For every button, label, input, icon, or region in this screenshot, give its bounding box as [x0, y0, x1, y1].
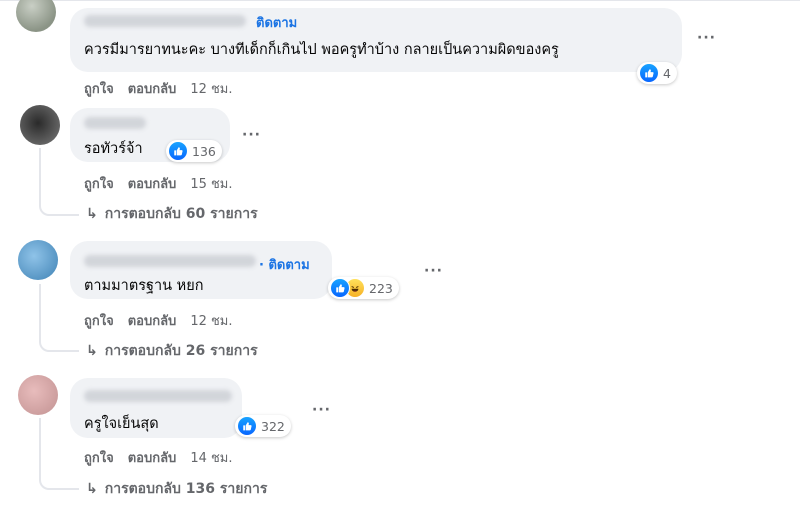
- like-reaction-icon: [237, 416, 257, 436]
- reply-arrow-icon: ↳: [86, 481, 98, 497]
- avatar[interactable]: [20, 105, 60, 145]
- like-button[interactable]: ถูกใจ: [84, 310, 114, 331]
- like-button[interactable]: ถูกใจ: [84, 78, 114, 99]
- replies-count-label: การตอบกลับ 60 รายการ: [104, 206, 258, 222]
- reaction-count: 4: [663, 65, 671, 81]
- more-options-icon[interactable]: ···: [697, 30, 716, 46]
- thread-connector: [39, 468, 79, 490]
- reply-button[interactable]: ตอบกลับ: [128, 310, 177, 331]
- timestamp[interactable]: 15 ชม.: [190, 173, 232, 194]
- timestamp[interactable]: 12 ชม.: [190, 78, 232, 99]
- reply-button[interactable]: ตอบกลับ: [128, 78, 177, 99]
- thread-connector: [39, 332, 79, 352]
- comment-text: ควรมีมารยาทนะคะ บางทีเด็กก็เกินไป พอครูท…: [84, 42, 559, 58]
- comment-actions: ถูกใจ ตอบกลับ 15 ชม.: [84, 173, 233, 194]
- reaction-count: 322: [261, 418, 285, 434]
- timestamp[interactable]: 12 ชม.: [190, 310, 232, 331]
- like-button[interactable]: ถูกใจ: [84, 173, 114, 194]
- thread-line: [39, 148, 41, 200]
- reaction-summary[interactable]: 223: [328, 277, 399, 299]
- timestamp[interactable]: 14 ชม.: [190, 447, 232, 468]
- comment-text: รอทัวร์จ้า: [84, 141, 143, 157]
- thread-line: [39, 418, 41, 470]
- follow-link[interactable]: ติดตาม: [256, 12, 297, 33]
- author-name[interactable]: [84, 255, 256, 267]
- reaction-count: 136: [192, 143, 216, 159]
- like-reaction-icon: [168, 141, 188, 161]
- more-options-icon[interactable]: ···: [242, 127, 261, 143]
- comment-actions: ถูกใจ ตอบกลับ 12 ชม.: [84, 310, 233, 331]
- author-name[interactable]: [84, 390, 232, 402]
- comment-actions: ถูกใจ ตอบกลับ 14 ชม.: [84, 447, 233, 468]
- reply-arrow-icon: ↳: [86, 343, 98, 359]
- more-options-icon[interactable]: ···: [424, 263, 443, 279]
- author-name[interactable]: [84, 15, 246, 27]
- like-reaction-icon: [639, 63, 659, 83]
- follow-link[interactable]: · ติดตาม: [259, 254, 310, 275]
- more-options-icon[interactable]: ···: [312, 402, 331, 418]
- reaction-summary[interactable]: 4: [637, 62, 677, 84]
- reaction-summary[interactable]: 322: [235, 415, 291, 437]
- reaction-summary[interactable]: 136: [166, 140, 222, 162]
- comment-text: ตามมาตรฐาน หยก: [84, 278, 204, 294]
- reaction-count: 223: [369, 280, 393, 296]
- like-reaction-icon: [330, 278, 350, 298]
- replies-count-label: การตอบกลับ 26 รายการ: [104, 343, 258, 359]
- view-replies-link[interactable]: ↳ การตอบกลับ 26 รายการ: [86, 340, 258, 362]
- view-replies-link[interactable]: ↳ การตอบกลับ 136 รายการ: [86, 478, 267, 500]
- comment-actions: ถูกใจ ตอบกลับ 12 ชม.: [84, 78, 233, 99]
- author-name[interactable]: [84, 117, 146, 129]
- view-replies-link[interactable]: ↳ การตอบกลับ 60 รายการ: [86, 203, 258, 225]
- comment-text: ครูใจเย็นสุด: [84, 416, 159, 432]
- top-divider: [0, 0, 800, 1]
- thread-connector: [39, 198, 79, 216]
- avatar[interactable]: [18, 240, 58, 280]
- replies-count-label: การตอบกลับ 136 รายการ: [104, 481, 268, 497]
- reply-button[interactable]: ตอบกลับ: [128, 447, 177, 468]
- like-button[interactable]: ถูกใจ: [84, 447, 114, 468]
- thread-line: [39, 284, 41, 334]
- reply-arrow-icon: ↳: [86, 206, 98, 222]
- avatar[interactable]: [18, 375, 58, 415]
- reply-button[interactable]: ตอบกลับ: [128, 173, 177, 194]
- avatar[interactable]: [16, 0, 56, 32]
